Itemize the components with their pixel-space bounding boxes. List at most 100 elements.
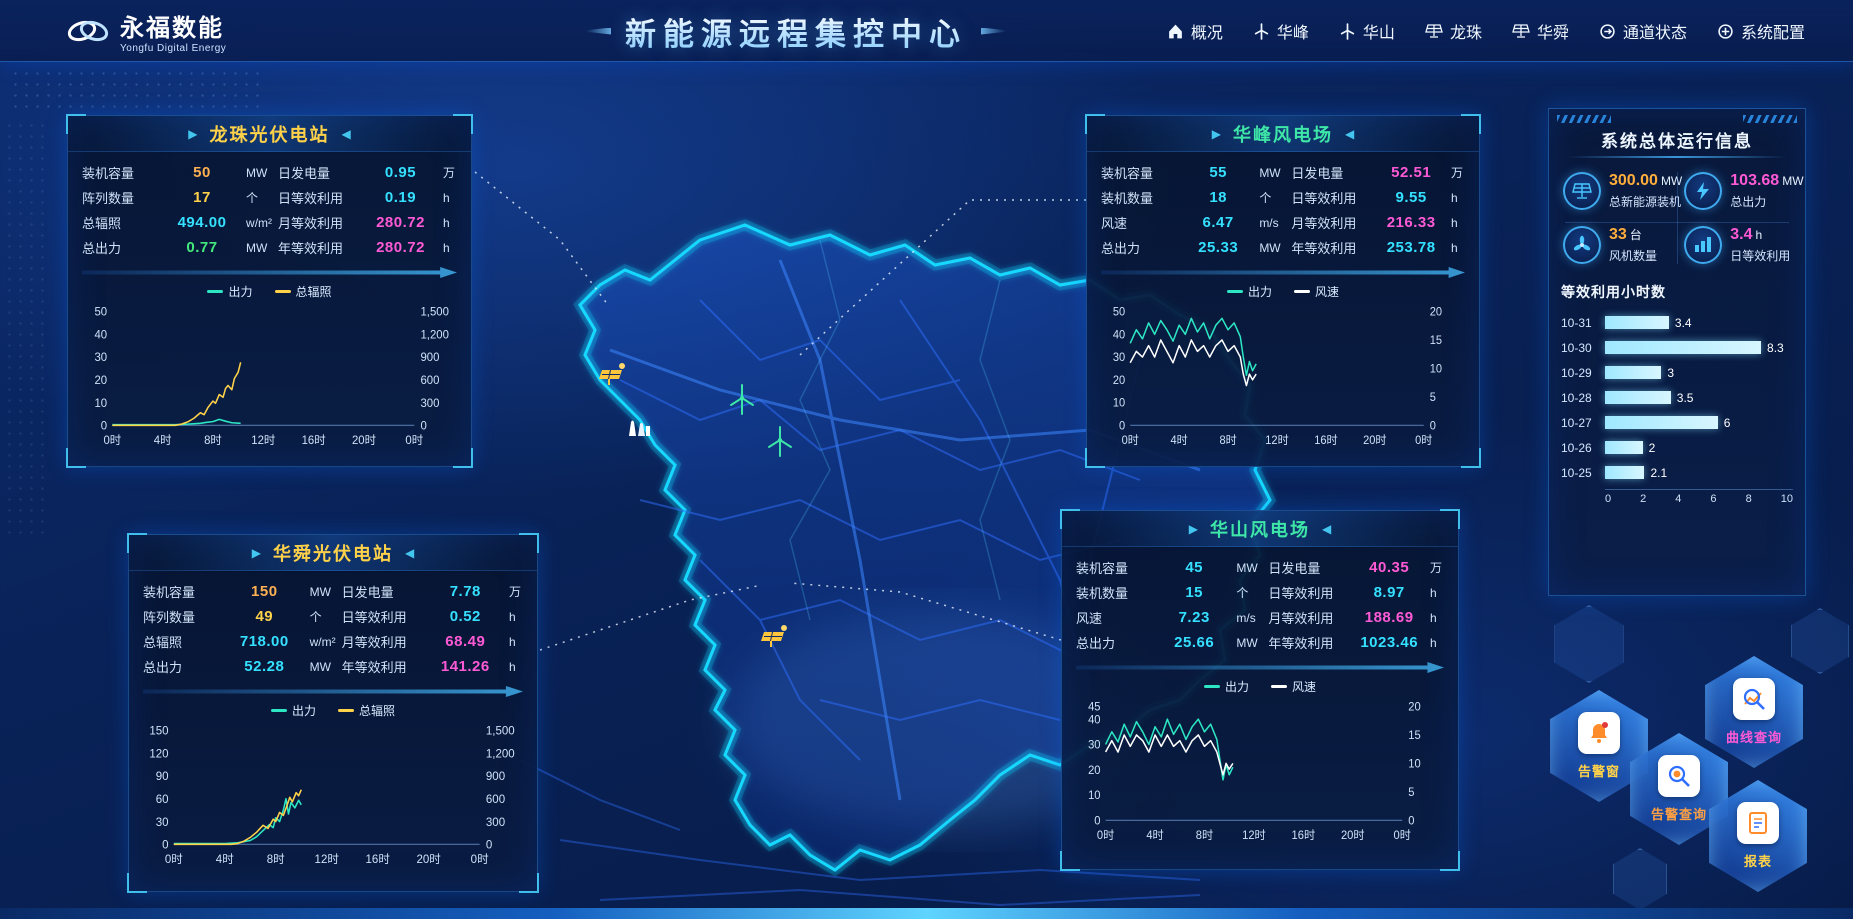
series-出力 (112, 419, 240, 424)
svg-text:0时: 0时 (165, 853, 183, 866)
stat-label: 风速 (1101, 213, 1183, 232)
brand-subtitle: Yongfu Digital Energy (120, 43, 226, 54)
stat-label: 装机数量 (1101, 188, 1183, 207)
stat-row: 装机容量55MW (1101, 160, 1291, 185)
svg-text:90: 90 (156, 771, 169, 783)
stat-row: 月等效利用68.49h (342, 629, 525, 654)
stat-unit: 个 (1230, 584, 1268, 601)
stat-row: 总辐照718.00w/m² (143, 629, 342, 654)
svg-text:1,200: 1,200 (486, 748, 515, 760)
divider-arrow (1101, 267, 1465, 278)
left-axis-ticks: 01020304050 (94, 307, 107, 433)
svg-text:15: 15 (1430, 335, 1442, 347)
right-axis-ticks: 03006009001,2001,500 (420, 307, 448, 433)
arrow-right-icon: ▶ (252, 546, 261, 560)
kpi-unit: MW (1661, 174, 1682, 188)
kpi-value: 33 (1609, 226, 1627, 243)
stat-row: 总出力52.28MW (143, 654, 342, 679)
tool-label: 告警窗 (1578, 761, 1620, 780)
bar-chart-x-axis: 0 2 4 6 8 10 (1605, 489, 1793, 505)
page-title: 新能源远程集控中心 (625, 9, 967, 54)
svg-text:300: 300 (420, 398, 439, 410)
stat-unit: MW (240, 166, 278, 180)
stat-label: 年等效利用 (1291, 238, 1377, 257)
svg-text:8时: 8时 (1219, 434, 1236, 447)
stat-row: 日发电量0.95万 (278, 160, 459, 185)
stat-row: 阵列数量49个 (143, 604, 342, 629)
bar-gauge-icon (1684, 226, 1722, 264)
nav-item-huafeng[interactable]: 华峰 (1253, 19, 1309, 43)
legend-marker (338, 709, 354, 712)
hash-decoration (1743, 115, 1797, 123)
station-title: 华峰风电场 (1233, 121, 1333, 147)
stat-label: 装机容量 (143, 582, 225, 601)
svg-text:20时: 20时 (416, 853, 441, 866)
title-decoration-left (586, 28, 611, 35)
bar-label: 10-28 (1561, 391, 1605, 405)
alarm-window-icon (1578, 712, 1620, 754)
stat-unit: h (503, 610, 525, 624)
x-axis-ticks: 0时4时8时12时16时20时0时 (1122, 434, 1433, 447)
stat-label: 总出力 (1101, 238, 1183, 257)
svg-text:5: 5 (1408, 787, 1414, 799)
svg-text:10: 10 (1088, 790, 1100, 802)
main-nav: 概况 华峰 华山 龙珠 华舜 通道状态 系统配置 (1167, 0, 1805, 62)
stat-row: 总出力25.33MW (1101, 235, 1291, 260)
bar-fill (1605, 466, 1644, 479)
nav-label: 华山 (1363, 19, 1395, 43)
nav-item-longzhu[interactable]: 龙珠 (1425, 19, 1482, 43)
nav-item-huashun[interactable]: 华舜 (1512, 19, 1569, 43)
svg-text:10: 10 (94, 398, 107, 410)
nav-item-overview[interactable]: 概况 (1167, 19, 1223, 43)
legend-label: 出力 (292, 702, 316, 719)
stat-unit: MW (1253, 166, 1291, 180)
right-axis-ticks: 03006009001,2001,500 (486, 726, 515, 852)
nav-label: 华舜 (1537, 19, 1569, 43)
stat-row: 日等效利用8.97h (1268, 580, 1446, 605)
stat-value: 150 (225, 583, 304, 600)
stat-unit: h (1445, 241, 1467, 255)
svg-text:50: 50 (1113, 307, 1125, 319)
kpi-label: 风机数量 (1609, 247, 1657, 264)
svg-text:20时: 20时 (1363, 434, 1386, 447)
stat-label: 年等效利用 (1268, 633, 1354, 652)
bar-row: 10-262 (1561, 435, 1793, 460)
map-marker-wind-1[interactable] (728, 382, 756, 421)
map-marker-wind-2[interactable] (766, 424, 794, 463)
stat-label: 日等效利用 (278, 188, 364, 207)
station-panel-longzhu: ▶ 龙珠光伏电站 ◀ 装机容量50MW 阵列数量17个 总辐照494.00w/m… (67, 115, 472, 467)
svg-text:10: 10 (1408, 758, 1420, 770)
stat-row: 风速7.23m/s (1076, 605, 1268, 630)
stat-value: 9.55 (1377, 189, 1445, 206)
svg-text:20: 20 (94, 375, 107, 387)
svg-text:20: 20 (1430, 307, 1442, 319)
bar-fill (1605, 416, 1718, 429)
legend-label: 出力 (1248, 283, 1272, 300)
stat-row: 装机数量18个 (1101, 185, 1291, 210)
nav-item-system-config[interactable]: 系统配置 (1717, 19, 1805, 43)
arrow-left-icon: ◀ (1322, 522, 1331, 536)
legend-item: 出力 (1227, 283, 1272, 300)
svg-text:16时: 16时 (1292, 829, 1316, 842)
station-panel-header: ▶ 华山风电场 ◀ (1062, 511, 1458, 547)
left-axis-ticks: 0306090120150 (149, 726, 168, 852)
svg-text:50: 50 (94, 307, 107, 319)
axis-tick: 4 (1675, 493, 1681, 505)
bar-fill (1605, 341, 1761, 354)
svg-text:10: 10 (1113, 398, 1125, 410)
stat-value: 718.00 (225, 633, 304, 650)
svg-text:20时: 20时 (352, 434, 377, 447)
stat-value: 188.69 (1354, 609, 1424, 626)
svg-text:20: 20 (1088, 765, 1100, 777)
station-title: 华山风电场 (1210, 516, 1310, 542)
stat-row: 装机数量15个 (1076, 580, 1268, 605)
nav-item-huashan[interactable]: 华山 (1339, 19, 1395, 43)
equivalent-hours-bar-chart: 10-313.4 10-308.3 10-293 10-283.5 10-276… (1561, 310, 1793, 505)
nav-item-channel-status[interactable]: 通道状态 (1599, 19, 1687, 43)
map-marker-solar-huashun[interactable] (760, 624, 790, 655)
map-marker-plant[interactable] (626, 414, 652, 443)
map-marker-solar-longzhu[interactable] (598, 362, 628, 393)
kpi-grid: 300.00MW 总新能源装机 103.68MW 总出力 33台 风机数量 (1561, 168, 1793, 276)
series-总辐照 (112, 362, 240, 425)
bar-fill (1605, 316, 1669, 329)
